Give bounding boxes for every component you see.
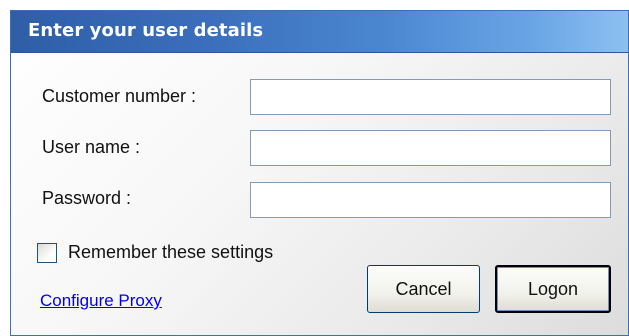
remember-settings-checkbox[interactable] <box>37 243 57 263</box>
user-name-label: User name : <box>42 137 141 157</box>
configure-proxy-link[interactable]: Configure Proxy <box>40 291 162 311</box>
password-input[interactable] <box>250 182 611 218</box>
logon-button[interactable]: Logon <box>495 265 611 313</box>
customer-number-label: Customer number : <box>42 86 197 106</box>
dialog-title: Enter your user details <box>28 20 264 41</box>
user-details-dialog: Enter your user details Customer number … <box>10 10 629 336</box>
password-label: Password : <box>42 188 132 208</box>
customer-number-input[interactable] <box>250 79 611 115</box>
cancel-button[interactable]: Cancel <box>367 265 480 313</box>
dialog-titlebar: Enter your user details <box>11 11 628 53</box>
user-name-input[interactable] <box>250 130 611 166</box>
remember-settings-label[interactable]: Remember these settings <box>68 242 273 263</box>
